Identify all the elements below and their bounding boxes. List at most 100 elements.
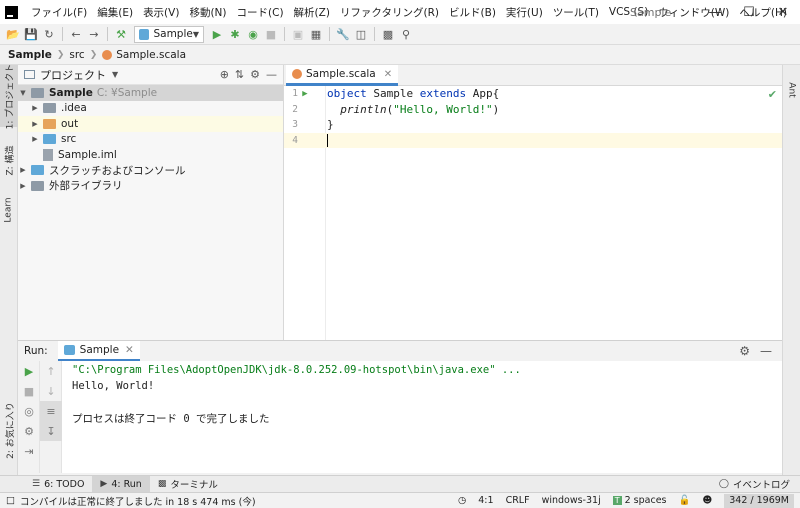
run-console[interactable]: "C:\Program Files\AdoptOpenJDK\jdk-8.0.2… <box>62 361 782 473</box>
tool-tab-ant[interactable]: Ant <box>783 70 800 110</box>
tree-row-libraries[interactable]: ▶ 外部ライブラリ <box>18 178 283 194</box>
line-separator[interactable]: CRLF <box>506 495 530 506</box>
run-icon[interactable]: ▶ <box>208 25 226 43</box>
chevron-right-icon: ❯ <box>89 49 98 60</box>
menu-file[interactable]: ファイル(F) <box>26 5 92 20</box>
menu-run[interactable]: 実行(U) <box>501 5 548 20</box>
menu-tools[interactable]: ツール(T) <box>548 5 604 20</box>
chevron-down-icon[interactable]: ▼ <box>18 89 28 97</box>
toolbar-divider <box>107 27 108 41</box>
settings-icon[interactable]: ⚙ <box>18 421 40 441</box>
clock-icon[interactable]: ◷ <box>458 495 466 506</box>
close-icon[interactable]: ✕ <box>125 344 134 356</box>
chevron-right-icon[interactable]: ▶ <box>18 166 28 174</box>
gear-icon[interactable]: ⚙ <box>739 344 750 358</box>
arrow-down-icon[interactable]: ↓ <box>40 381 62 401</box>
breadcrumb-src[interactable]: src <box>69 49 84 61</box>
open-folder-icon[interactable]: 📂 <box>4 25 22 43</box>
tool-tab-event-log[interactable]: ◯ イベントログ <box>711 476 800 493</box>
attach-icon[interactable]: ▣ <box>289 25 307 43</box>
build-hammer-icon[interactable]: ⚒ <box>112 25 130 43</box>
back-icon[interactable]: ← <box>67 25 85 43</box>
menu-edit[interactable]: 編集(E) <box>92 5 138 20</box>
project-structure-icon[interactable]: ▦ <box>307 25 325 43</box>
tree-row-out[interactable]: ▶ out <box>18 116 283 132</box>
save-icon[interactable]: 💾 <box>22 25 40 43</box>
inspector-icon[interactable]: ☻ <box>702 495 712 506</box>
search-icon[interactable]: ⚲ <box>397 25 415 43</box>
breadcrumb-project[interactable]: Sample <box>8 49 52 61</box>
tree-row-scratches[interactable]: ▶ スクラッチおよびコンソール <box>18 163 283 179</box>
run-tab-sample[interactable]: Sample ✕ <box>57 340 140 362</box>
breadcrumb-file[interactable]: Sample.scala <box>102 49 186 61</box>
chevron-right-icon[interactable]: ▶ <box>30 135 40 143</box>
tree-row-idea[interactable]: ▶ .idea <box>18 101 283 117</box>
code-editor[interactable]: ✔ 1 ▶ object Sample extends App{ 2 print… <box>284 86 782 340</box>
arrow-up-icon[interactable]: ↑ <box>40 361 62 381</box>
chevron-right-icon[interactable]: ▶ <box>30 120 40 128</box>
tool-tab-structure[interactable]: Z: 構造 <box>0 135 18 185</box>
text-caret <box>327 134 328 147</box>
indent-setting[interactable]: T2 spaces <box>612 495 667 506</box>
close-icon[interactable]: ✕ <box>384 69 392 80</box>
lock-icon[interactable]: 🔓 <box>679 495 691 506</box>
settings-wrench-icon[interactable]: 🔧 <box>334 25 352 43</box>
gear-icon[interactable]: ⚙ <box>250 68 260 81</box>
menu-code[interactable]: コード(C) <box>232 5 289 20</box>
tree-row-src[interactable]: ▶ src <box>18 132 283 148</box>
chevron-right-icon[interactable]: ▶ <box>30 104 40 112</box>
project-panel-title[interactable]: プロジェクト <box>40 67 106 83</box>
tool-tab-terminal[interactable]: ▩ ターミナル <box>150 476 226 493</box>
project-panel-header: プロジェクト ▼ ⊕ ⇅ ⚙ — <box>18 65 283 85</box>
close-button[interactable]: ✕ <box>766 0 800 24</box>
modules-icon[interactable]: ◫ <box>352 25 370 43</box>
scroll-to-end-icon[interactable]: ↧ <box>40 421 62 441</box>
tool-tab-learn-label: Learn <box>4 197 14 223</box>
tree-row-root[interactable]: ▼ Sample C: ¥Sample <box>18 85 283 101</box>
chevron-down-icon[interactable]: ▼ <box>112 70 118 79</box>
sync-icon[interactable]: ↻ <box>40 25 58 43</box>
chevron-right-icon: ❯ <box>56 49 65 60</box>
coverage-icon[interactable]: ◉ <box>244 25 262 43</box>
chevron-right-icon[interactable]: ▶ <box>18 182 28 190</box>
stop-icon[interactable]: ■ <box>18 381 40 401</box>
collapse-all-icon[interactable]: ⇅ <box>235 68 244 81</box>
hide-panel-icon[interactable]: — <box>266 68 277 81</box>
tool-tab-favorites[interactable]: 2: お気に入り <box>0 400 18 460</box>
menu-build[interactable]: ビルド(B) <box>444 5 501 20</box>
rerun-icon[interactable]: ▶ <box>18 361 40 381</box>
tool-tab-project[interactable]: 1: プロジェクト <box>0 63 18 129</box>
window-title: Sample <box>630 6 672 19</box>
locate-file-icon[interactable]: ⊕ <box>220 68 229 81</box>
exit-icon[interactable]: ⇥ <box>18 441 40 461</box>
stop-icon[interactable]: ■ <box>262 25 280 43</box>
menu-navigate[interactable]: 移動(N) <box>184 5 231 20</box>
run-toolbar-secondary: ↑ ↓ ≡ ↧ <box>40 361 62 473</box>
terminal-icon[interactable]: ▩ <box>379 25 397 43</box>
soft-wrap-icon[interactable]: ≡ <box>40 401 62 421</box>
left-tool-strip: 1: プロジェクト Z: 構造 Learn 2: お気に入り <box>0 63 18 475</box>
caret-position[interactable]: 4:1 <box>478 495 493 506</box>
memory-indicator[interactable]: 342 / 1969M <box>724 493 794 508</box>
menu-analyze[interactable]: 解析(Z) <box>289 5 335 20</box>
menu-refactor[interactable]: リファクタリング(R) <box>335 5 444 20</box>
tool-tab-learn[interactable]: Learn <box>0 190 18 230</box>
hide-panel-icon[interactable]: — <box>760 344 772 358</box>
tool-tab-todo-label: 6: TODO <box>44 478 85 490</box>
run-gutter-icon[interactable]: ▶ <box>298 89 312 99</box>
menu-view[interactable]: 表示(V) <box>138 5 184 20</box>
tool-tab-todo[interactable]: ☰ 6: TODO <box>24 476 92 493</box>
tool-tab-run[interactable]: ▶ 4: Run <box>92 475 150 493</box>
forward-icon[interactable]: → <box>85 25 103 43</box>
camera-icon[interactable]: ◎ <box>18 401 40 421</box>
minimize-button[interactable]: — <box>698 0 732 24</box>
debug-icon[interactable]: ✱ <box>226 25 244 43</box>
maximize-button[interactable]: ☐ <box>732 0 766 24</box>
status-message[interactable]: コンパイルは正常に終了しました in 18 s 474 ms (今) <box>20 494 256 508</box>
status-panel-icon[interactable]: □ <box>6 495 15 506</box>
editor-tab-sample-scala[interactable]: Sample.scala ✕ <box>286 65 399 86</box>
tree-row-iml[interactable]: Sample.iml <box>18 147 283 163</box>
scala-file-icon <box>102 49 113 60</box>
file-encoding[interactable]: windows-31j <box>542 495 601 506</box>
run-config-selector[interactable]: Sample ▼ <box>134 25 204 43</box>
